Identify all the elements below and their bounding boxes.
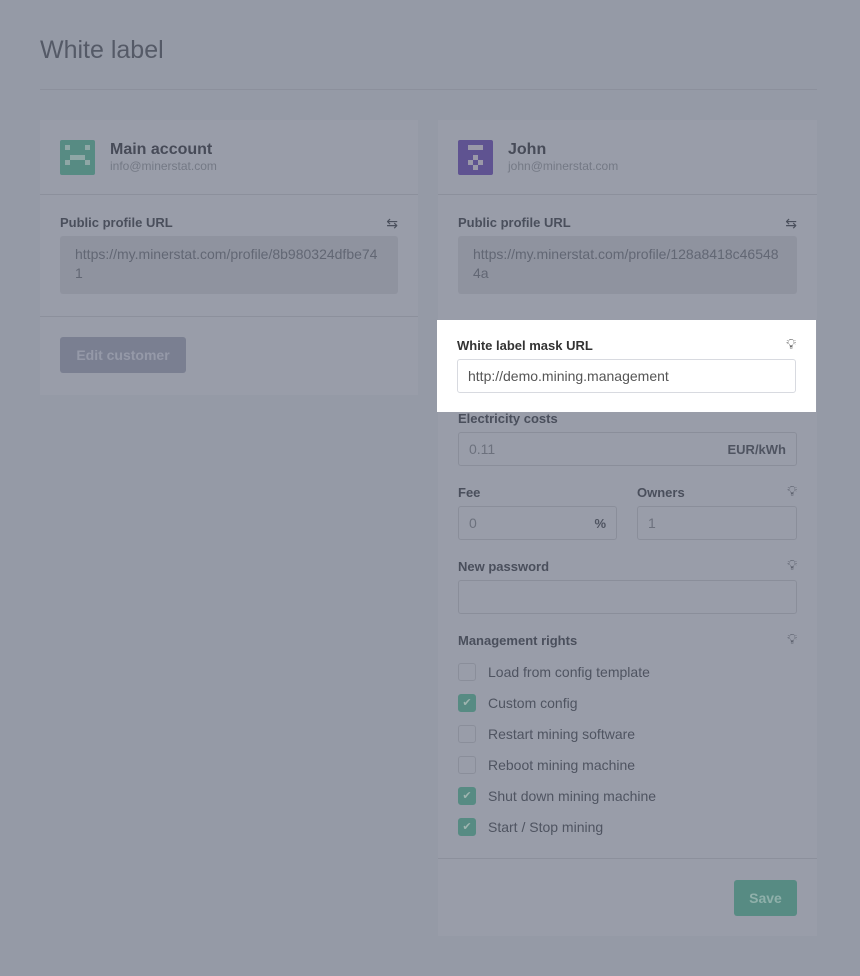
right-checkbox-row[interactable]: ✔ Shut down mining machine [458,780,797,811]
profile-url[interactable]: https://my.minerstat.com/profile/128a841… [458,236,797,294]
electricity-label: Electricity costs [458,411,558,426]
lightbulb-icon[interactable]: 💡︎ [786,336,796,353]
fee-unit: % [594,516,606,531]
electricity-input[interactable]: 0.11 EUR/kWh [458,432,797,466]
main-account-card: Main account info@minerstat.com ⇆ Public… [40,120,418,395]
account-email: john@minerstat.com [508,159,619,173]
checkbox-label: Start / Stop mining [488,818,604,835]
refresh-icon[interactable]: ⇆ [785,215,797,232]
checkbox[interactable]: ✔ [458,786,476,805]
rights-list: Load from config template ✔ Custom config R… [458,656,797,842]
right-checkbox-row[interactable]: Restart mining software [458,718,797,749]
lightbulb-icon[interactable]: 💡︎ [787,557,797,574]
checkbox[interactable] [458,755,476,774]
mask-url-label: White label mask URL [457,338,593,353]
fee-label: Fee [458,485,481,500]
save-button[interactable]: Save [734,880,797,916]
refresh-icon[interactable]: ⇆ [386,215,398,232]
account-name: Main account [110,141,213,158]
owners-value: 1 [648,515,656,531]
page-title: White label [40,36,164,64]
owners-label: Owners [637,485,685,500]
profile-url-label: Public profile URL [60,215,173,230]
checkbox-label: Shut down mining machine [488,787,657,804]
electricity-unit: EUR/kWh [727,442,787,457]
rights-label: Management rights [458,633,578,648]
edit-customer-button[interactable]: Edit customer [60,337,186,373]
right-checkbox-row[interactable]: Reboot mining machine [458,749,797,780]
owners-input[interactable]: 1 [637,506,797,540]
electricity-value: 0.11 [469,441,496,457]
lightbulb-icon[interactable]: 💡︎ [787,631,797,648]
checkbox[interactable] [458,662,476,681]
fee-input[interactable]: 0% [458,506,617,540]
mask-url-input[interactable] [457,359,796,393]
divider [40,89,817,90]
white-label-mask-section: 💡︎ White label mask URL [437,320,816,412]
profile-url-label: Public profile URL [458,215,571,230]
john-avatar [458,140,493,175]
profile-url[interactable]: https://my.minerstat.com/profile/8b98032… [60,236,398,294]
password-label: New password [458,559,550,574]
password-input[interactable] [458,580,797,614]
checkbox[interactable]: ✔ [458,817,476,836]
checkbox-label: Restart mining software [488,725,636,742]
right-checkbox-row[interactable]: ✔ Start / Stop mining [458,811,797,842]
account-name: John [508,141,547,158]
right-checkbox-row[interactable]: Load from config template [458,656,797,687]
right-checkbox-row[interactable]: ✔ Custom config [458,687,797,718]
lightbulb-icon[interactable]: 💡︎ [787,483,797,500]
checkbox-label: Load from config template [488,663,650,680]
fee-value: 0 [469,515,477,531]
john-card: John john@minerstat.com ⇆ Public profile… [438,120,817,936]
checkbox-label: Custom config [488,694,578,711]
account-email: info@minerstat.com [110,159,217,173]
main-account-avatar [60,140,95,175]
checkbox[interactable]: ✔ [458,693,476,712]
checkbox-label: Reboot mining machine [488,756,636,773]
checkbox[interactable] [458,724,476,743]
